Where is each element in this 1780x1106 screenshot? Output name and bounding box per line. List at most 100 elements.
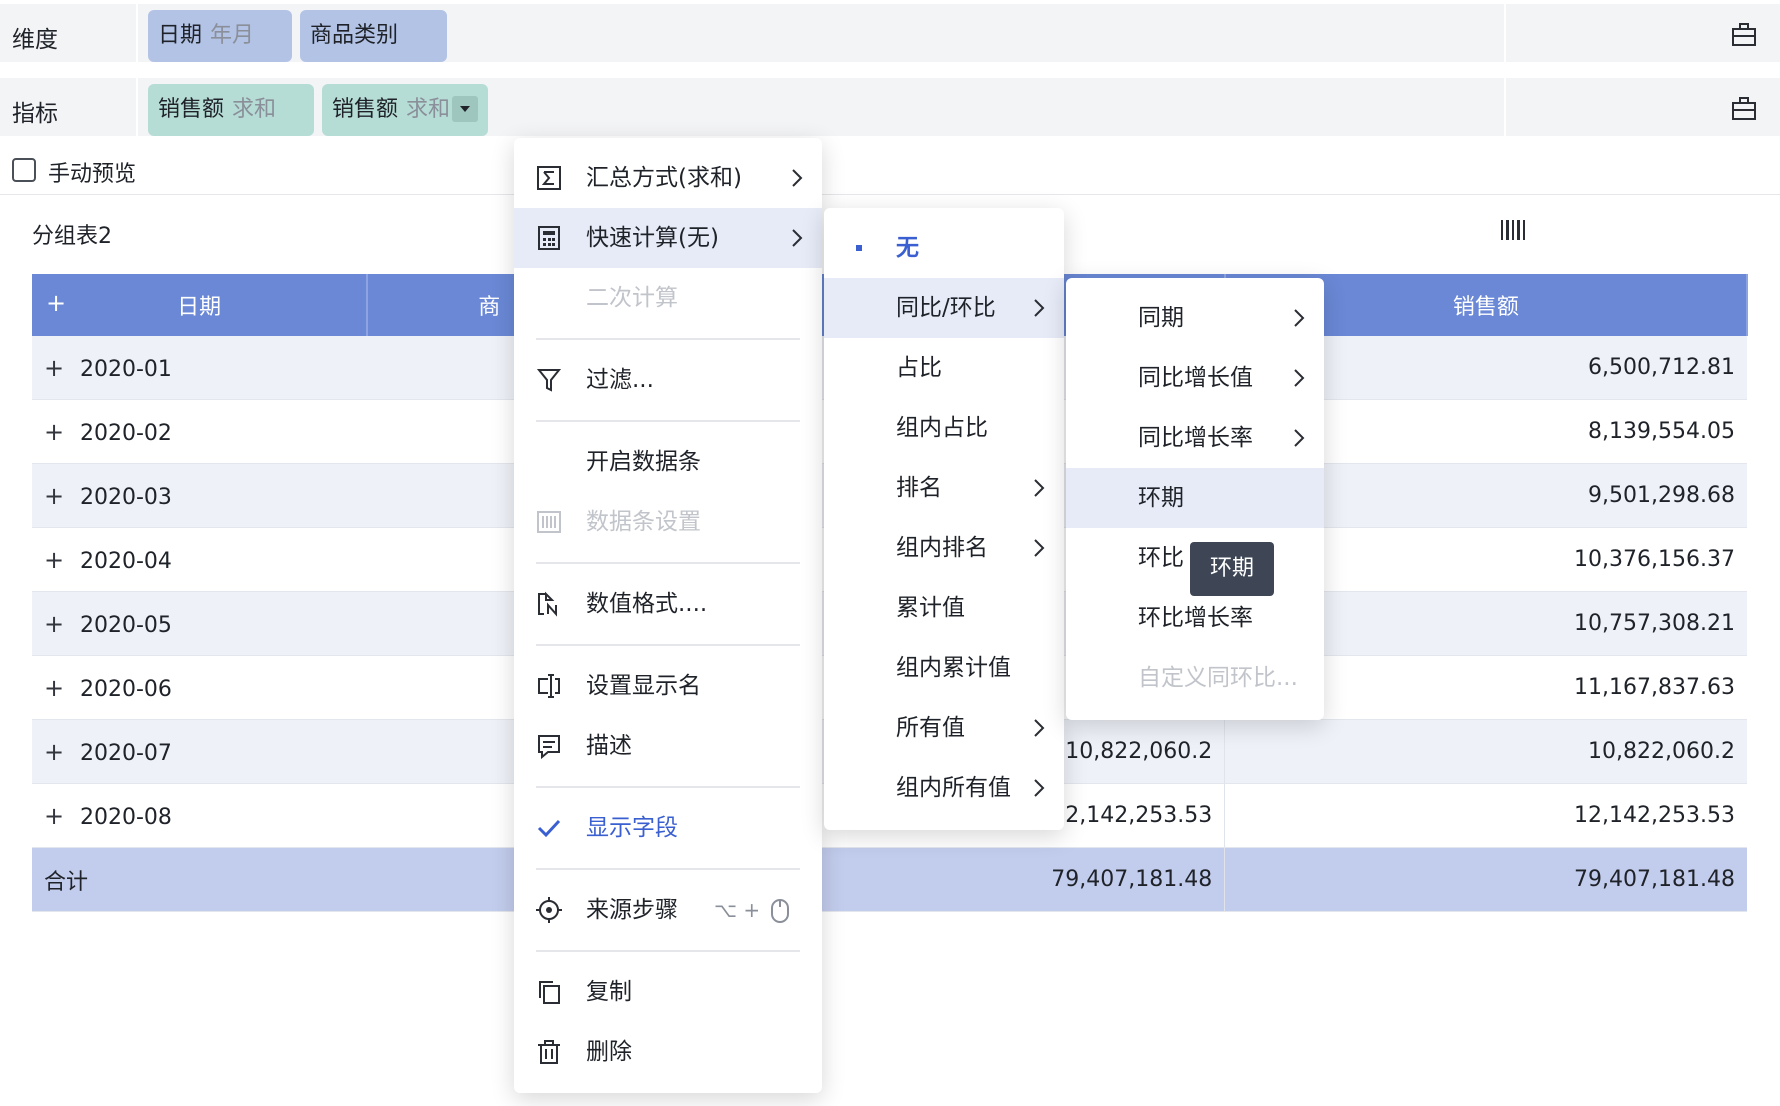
comment-icon bbox=[538, 735, 560, 759]
table-total-row: 合计 79,407,181.48 79,407,181.48 bbox=[32, 847, 1747, 912]
menu-item-yoy-growth-value[interactable]: 同比增长值 bbox=[1066, 348, 1324, 408]
row-date: 2020-03 bbox=[80, 484, 172, 510]
row-date: 2020-05 bbox=[80, 612, 172, 638]
expand-row-icon[interactable]: + bbox=[44, 610, 64, 638]
menu-separator bbox=[536, 868, 800, 870]
expand-row-icon[interactable]: + bbox=[44, 674, 64, 702]
chevron-right-icon bbox=[792, 169, 803, 187]
menu-item-group-rank[interactable]: 组内排名 bbox=[824, 518, 1064, 578]
expand-row-icon[interactable]: + bbox=[44, 418, 64, 446]
measure-separator-right bbox=[1504, 78, 1506, 136]
menu-item-prev-period[interactable]: 环期 bbox=[1066, 468, 1324, 528]
menu-item-label: 自定义同环比... bbox=[1138, 665, 1298, 691]
menu-item-aggregate[interactable]: 汇总方式(求和) bbox=[514, 148, 822, 208]
menu-item-source-step[interactable]: 来源步骤 ⌥ + bbox=[514, 880, 822, 940]
chevron-right-icon bbox=[1294, 309, 1305, 327]
check-icon bbox=[537, 819, 561, 838]
expand-row-icon[interactable]: + bbox=[44, 802, 64, 830]
menu-item-label: 组内占比 bbox=[896, 415, 988, 441]
menu-item-label: 同比增长率 bbox=[1138, 425, 1253, 451]
menu-item-number-format[interactable]: 数值格式.... bbox=[514, 574, 822, 634]
menu-item-label: 同比/环比 bbox=[896, 295, 996, 321]
menu-separator bbox=[536, 644, 800, 646]
clear-dimensions-icon[interactable] bbox=[1730, 20, 1758, 48]
dimension-pill-date[interactable]: 日期 年月 bbox=[148, 10, 292, 62]
expand-row-icon[interactable]: + bbox=[44, 738, 64, 766]
dimension-pill-category[interactable]: 商品类别 bbox=[300, 10, 447, 62]
barcode-icon[interactable] bbox=[1500, 216, 1526, 244]
menu-item-label: 数值格式.... bbox=[586, 591, 708, 617]
menu-item-display-name[interactable]: 设置显示名 bbox=[514, 656, 822, 716]
menu-item-group-ratio[interactable]: 组内占比 bbox=[824, 398, 1064, 458]
menu-item-none[interactable]: 无 bbox=[824, 218, 1064, 278]
menu-separator bbox=[536, 562, 800, 564]
menu-item-data-bar[interactable]: 开启数据条 bbox=[514, 432, 822, 492]
trash-icon bbox=[538, 1040, 560, 1064]
menu-item-show-field[interactable]: 显示字段 bbox=[514, 798, 822, 858]
menu-separator bbox=[536, 338, 800, 340]
manual-preview-checkbox[interactable] bbox=[12, 158, 36, 182]
row-date: 2020-04 bbox=[80, 548, 172, 574]
menu-item-label: 组内排名 bbox=[896, 535, 988, 561]
menu-item-label: 数据条设置 bbox=[586, 509, 701, 535]
menu-item-yoy-mom[interactable]: 同比/环比 bbox=[824, 278, 1064, 338]
chevron-right-icon bbox=[1294, 369, 1305, 387]
menu-item-label: 汇总方式(求和) bbox=[586, 165, 742, 191]
chevron-right-icon bbox=[1294, 429, 1305, 447]
expand-all-icon[interactable]: + bbox=[46, 289, 66, 317]
chevron-right-icon bbox=[1034, 479, 1045, 497]
chevron-right-icon bbox=[792, 229, 803, 247]
menu-item-label: 同比增长值 bbox=[1138, 365, 1253, 391]
menu-item-same-period[interactable]: 同期 bbox=[1066, 288, 1324, 348]
menu-item-delete[interactable]: 删除 bbox=[514, 1022, 822, 1082]
menu-separator bbox=[536, 950, 800, 952]
header-date[interactable]: + 日期 bbox=[32, 274, 369, 336]
menu-item-label: 过滤... bbox=[586, 367, 654, 393]
menu-item-cumulative[interactable]: 累计值 bbox=[824, 578, 1064, 638]
chevron-right-icon bbox=[1034, 779, 1045, 797]
menu-item-rank[interactable]: 排名 bbox=[824, 458, 1064, 518]
menu-item-label: 复制 bbox=[586, 979, 632, 1005]
filter-icon bbox=[536, 369, 562, 392]
row-sales-value: 12,142,253.53 bbox=[1224, 783, 1747, 848]
dimension-label: 维度 bbox=[12, 27, 58, 53]
expand-row-icon[interactable]: + bbox=[44, 482, 64, 510]
menu-item-label: 累计值 bbox=[896, 595, 965, 621]
measure-dropdown-button[interactable] bbox=[452, 96, 478, 122]
menu-item-label: 来源步骤 bbox=[586, 897, 678, 923]
menu-item-label: 环比 bbox=[1138, 545, 1184, 571]
menu-item-label: 排名 bbox=[896, 475, 942, 501]
menu-item-secondary-calc: 二次计算 bbox=[514, 268, 822, 328]
expand-row-icon[interactable]: + bbox=[44, 354, 64, 382]
panel-title: 分组表2 bbox=[32, 224, 112, 249]
pill-name: 销售额 bbox=[158, 97, 225, 122]
selected-dot-icon bbox=[856, 245, 862, 251]
menu-item-describe[interactable]: 描述 bbox=[514, 716, 822, 776]
menu-item-mom-growth-rate[interactable]: 环比增长率 bbox=[1066, 588, 1324, 648]
calculator-icon bbox=[538, 226, 560, 250]
row-date: 2020-07 bbox=[80, 740, 172, 766]
menu-item-yoy-growth-rate[interactable]: 同比增长率 bbox=[1066, 408, 1324, 468]
measure-pill-sales-1[interactable]: 销售额 求和 bbox=[148, 84, 314, 136]
sigma-icon bbox=[537, 166, 561, 190]
clear-measures-icon[interactable] bbox=[1730, 94, 1758, 122]
menu-item-ratio[interactable]: 占比 bbox=[824, 338, 1064, 398]
number-format-icon bbox=[538, 591, 557, 617]
header-category-label: 商 bbox=[478, 295, 501, 320]
menu-item-group-all-values[interactable]: 组内所有值 bbox=[824, 758, 1064, 818]
menu-separator bbox=[536, 420, 800, 422]
menu-item-label: 环期 bbox=[1138, 485, 1184, 511]
menu-item-filter[interactable]: 过滤... bbox=[514, 350, 822, 410]
expand-row-icon[interactable]: + bbox=[44, 546, 64, 574]
row-sales-value: 10,822,060.2 bbox=[1224, 719, 1747, 784]
menu-item-group-cumulative[interactable]: 组内累计值 bbox=[824, 638, 1064, 698]
menu-item-label: 组内累计值 bbox=[896, 655, 1011, 681]
menu-item-quick-calc[interactable]: 快速计算(无) bbox=[514, 208, 822, 268]
menu-item-copy[interactable]: 复制 bbox=[514, 962, 822, 1022]
chevron-right-icon bbox=[1034, 719, 1045, 737]
row-date: 2020-08 bbox=[80, 804, 172, 830]
menu-item-label: 快速计算(无) bbox=[586, 225, 719, 251]
copy-icon bbox=[539, 981, 560, 1004]
menu-item-all-values[interactable]: 所有值 bbox=[824, 698, 1064, 758]
chevron-right-icon bbox=[1034, 299, 1045, 317]
